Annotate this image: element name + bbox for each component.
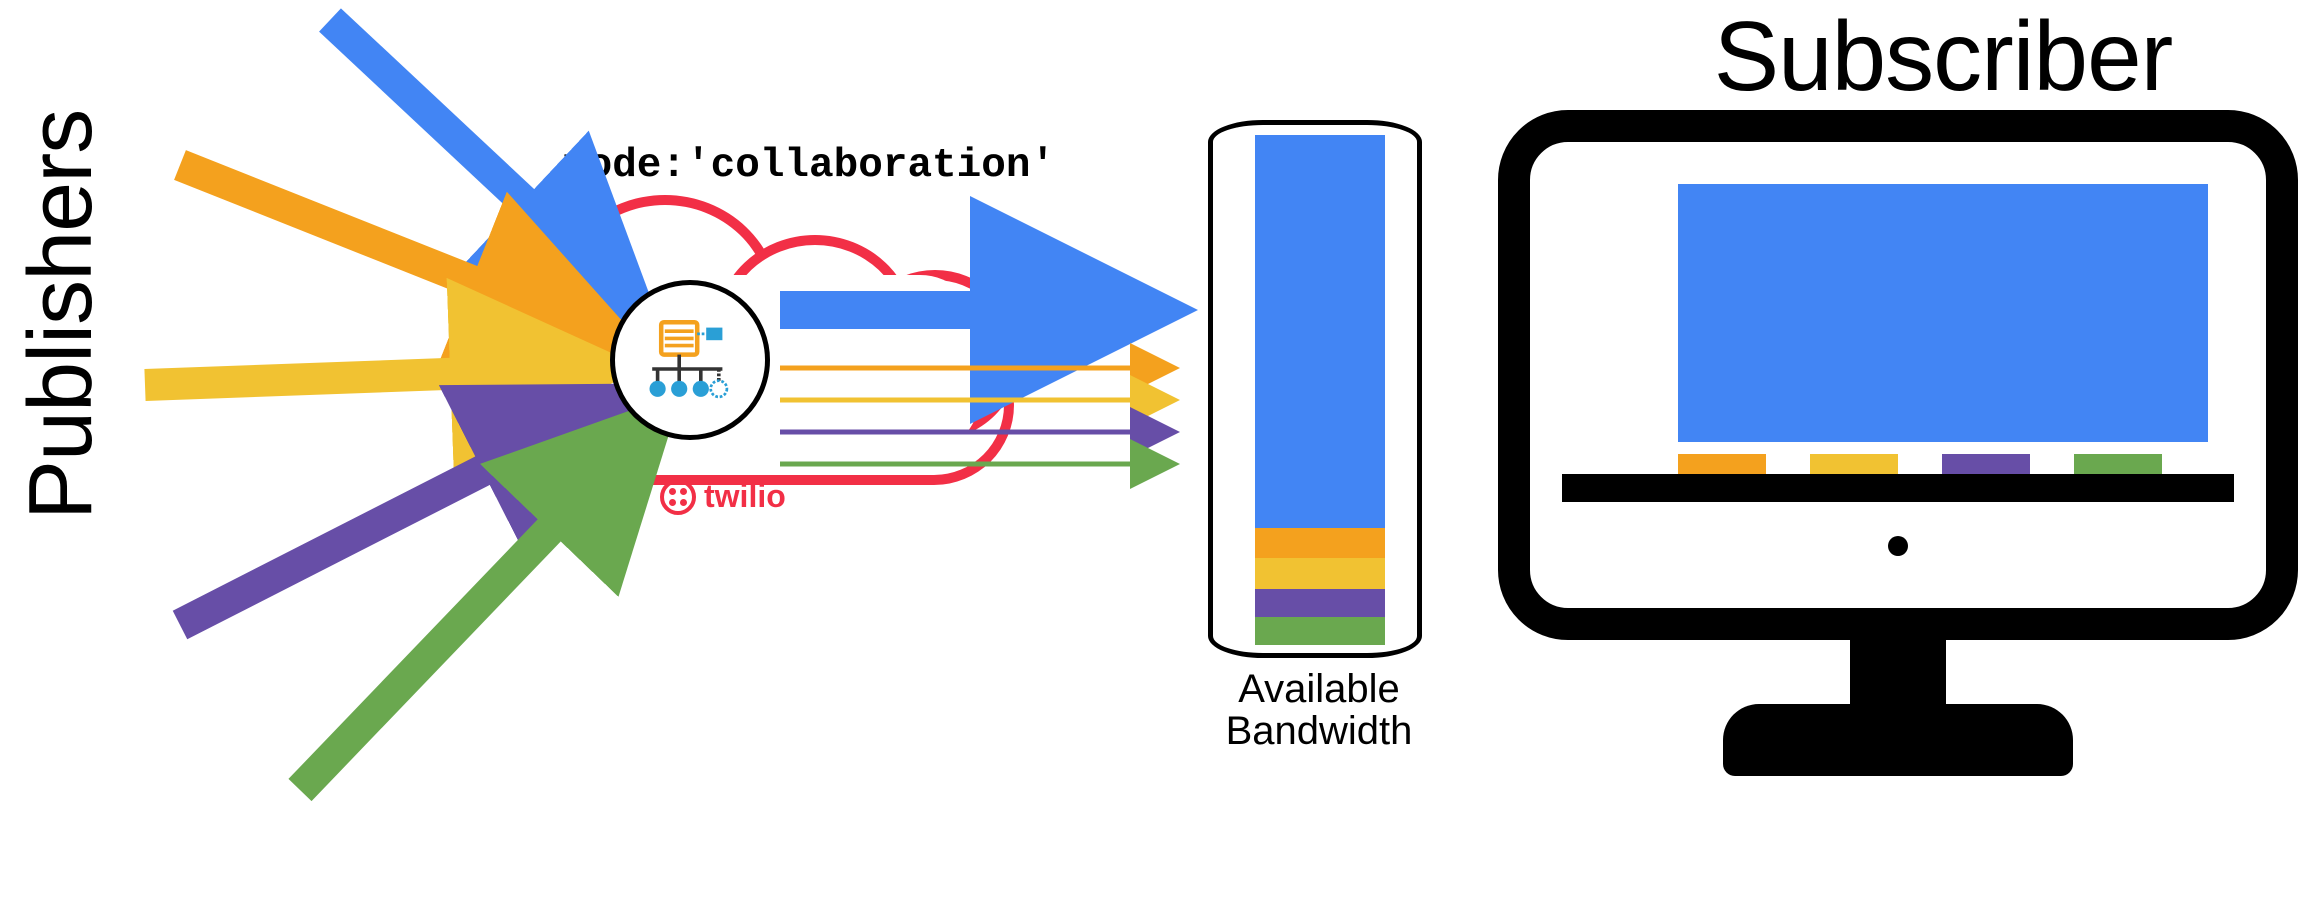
pub-arrow-yellow [145, 368, 610, 385]
media-server-icon [610, 280, 770, 440]
diagram-stage: twilio Publishers Subscriber mode:'colla… [0, 0, 2298, 897]
pub-arrow-orange [180, 165, 620, 340]
publisher-arrows [0, 0, 2298, 897]
pub-arrow-blue [330, 20, 640, 310]
